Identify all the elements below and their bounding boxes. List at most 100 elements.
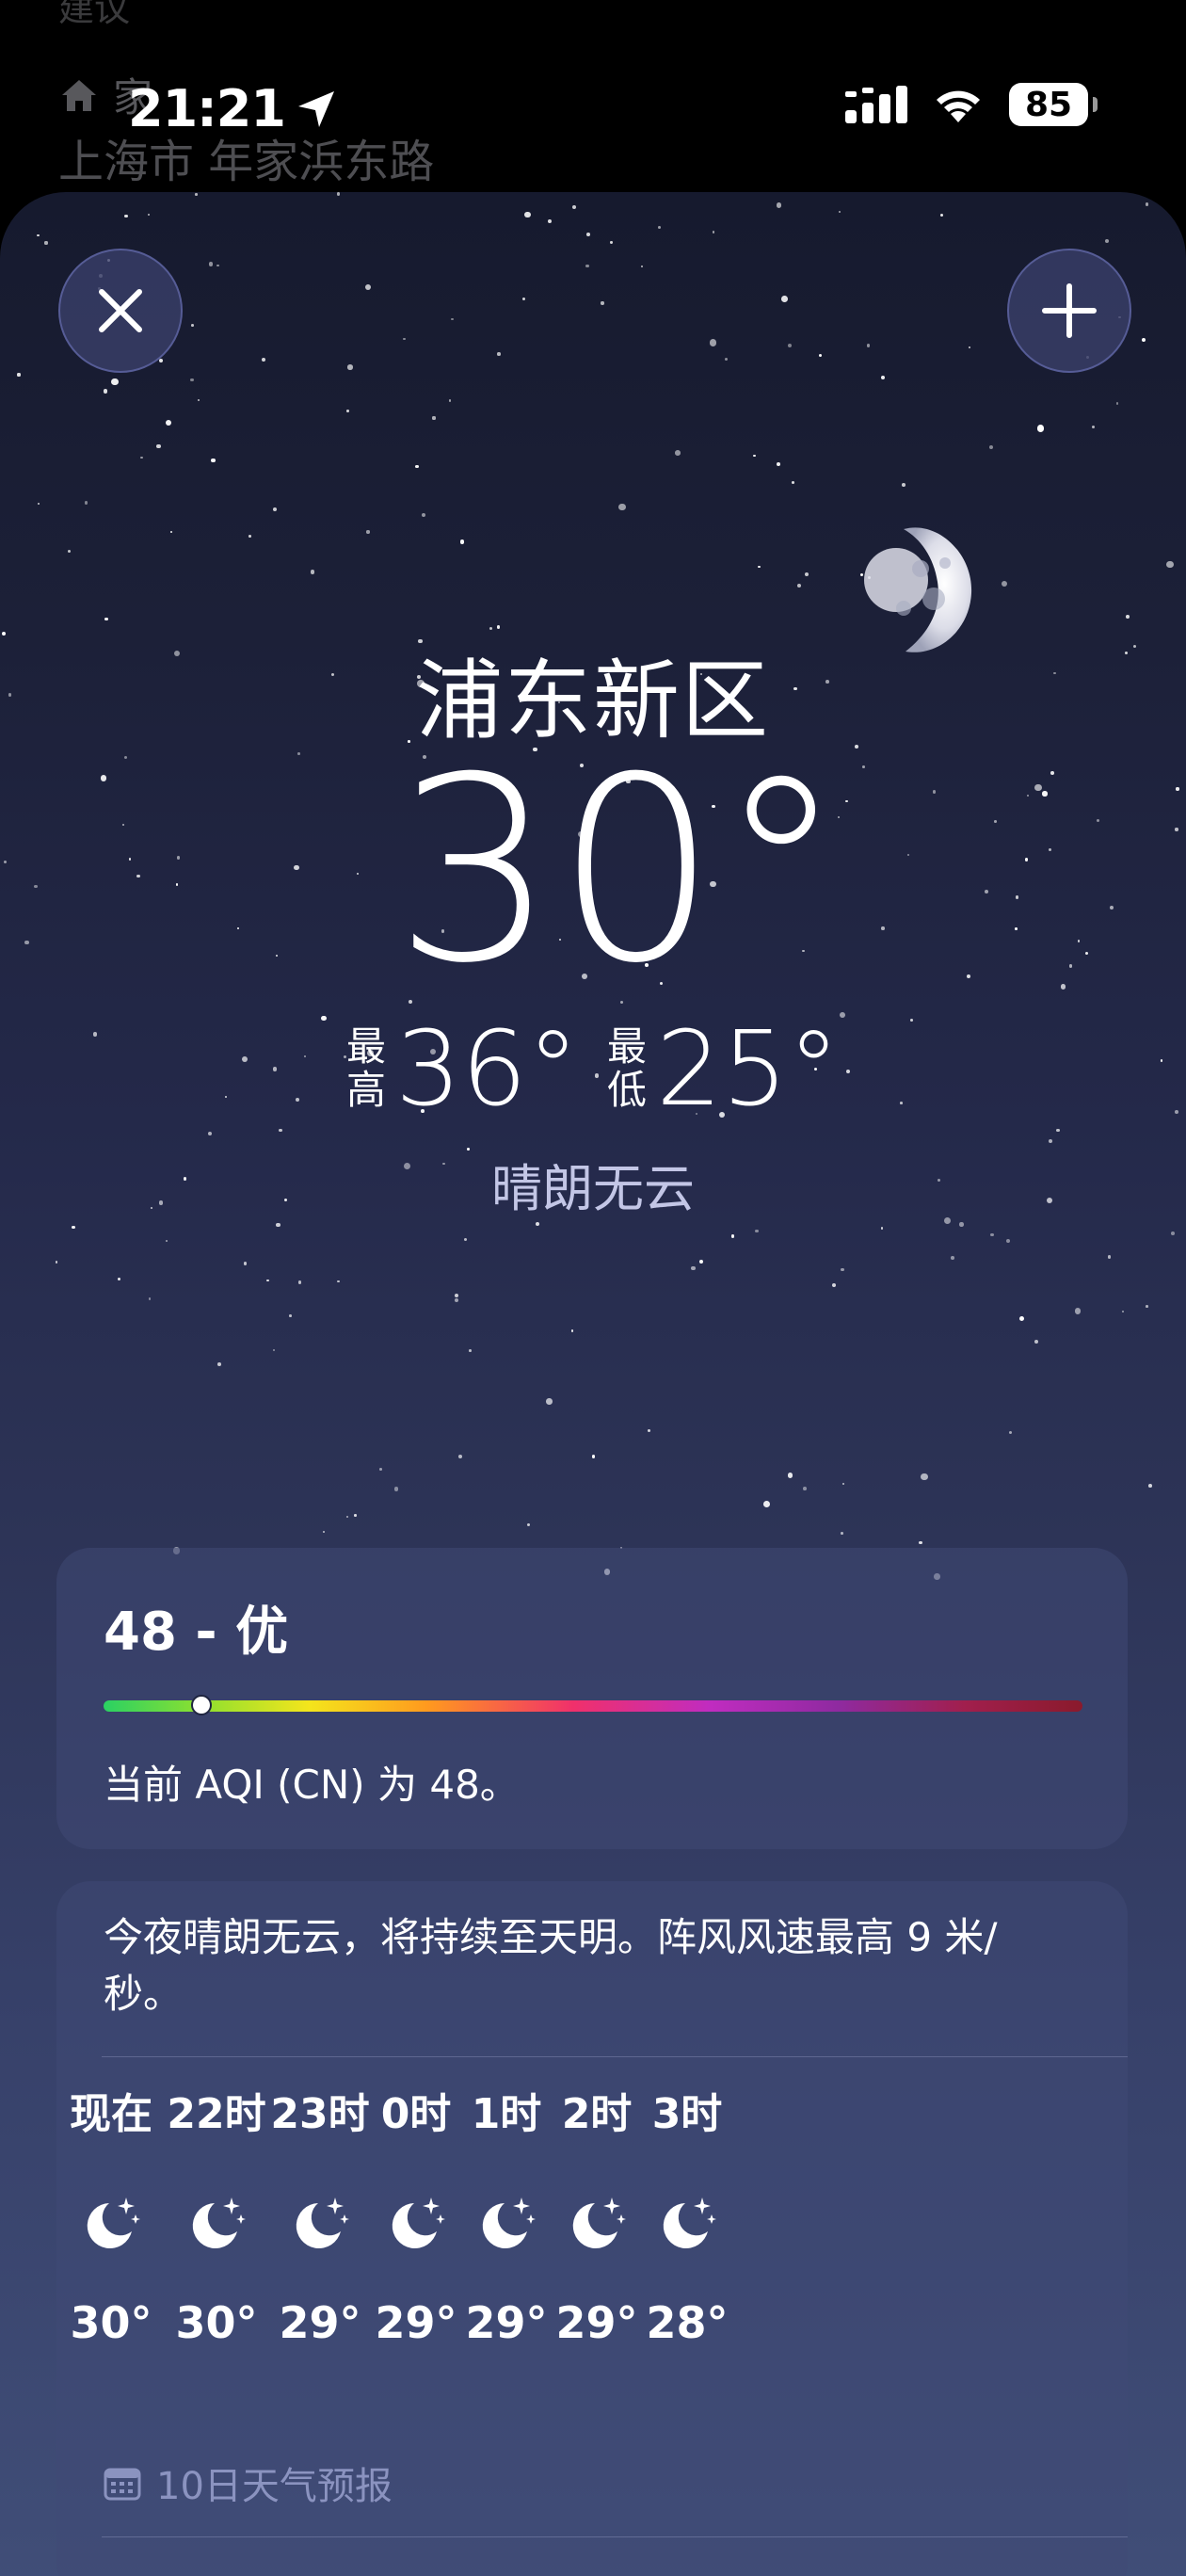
star [37,503,40,506]
star [216,264,219,267]
aqi-indicator-dot [191,1695,212,1715]
wifi-icon [937,90,980,122]
suggestions-label: 建议 [58,0,131,29]
star [921,1473,928,1481]
moon-stars-icon [192,2198,246,2248]
high-label-text: 最高 [346,1023,387,1113]
star [950,1255,954,1260]
aqi-description: 当前 AQI (CN) 为 48。 [104,1762,520,1808]
star [1115,402,1119,405]
star [209,262,214,266]
aqi-scale-bar [104,1700,1082,1712]
low-temperature: 最低 25° [607,1017,840,1120]
star [548,219,553,224]
star [1166,560,1174,569]
star [968,346,971,349]
moon-stars-icon [87,2198,140,2248]
star [378,1468,382,1472]
star [840,1267,844,1272]
star [709,339,717,346]
high-temp-value: 36° [395,1008,579,1129]
cellular-signal-icon [845,86,907,123]
star [55,1260,58,1264]
star [84,501,88,505]
low-label-text: 最低 [607,1023,648,1113]
hourly-forecast-card[interactable]: 今夜晴朗无云，将持续至天明。阵风风速最高 9 米/秒。 现在 30° 22时 30° 2… [56,1881,1128,2576]
hour-temperature: 28° [646,2297,729,2348]
star [432,416,436,420]
star [165,419,171,427]
star [460,539,465,544]
star [902,483,906,487]
high-temperature: 最高 36° [346,1017,579,1120]
star [618,503,626,511]
star [208,1131,212,1135]
current-temperature: 30° [393,722,845,1019]
weather-app-screen: 建议 家 上海市 年家浜东路 21:21 85 浦东新区 30° 最 高 36°… [0,0,1186,2576]
star [758,565,761,568]
star [762,1500,770,1507]
star [1141,338,1146,343]
star [1034,1339,1039,1344]
battery-indicator: 85 [1009,83,1098,126]
star [819,354,823,358]
star [841,1532,844,1536]
star [197,398,200,402]
star [796,583,801,588]
star [730,1234,735,1238]
star [640,265,644,268]
star [455,1294,459,1298]
star [322,1530,325,1534]
star [571,1329,574,1332]
star [1005,1238,1011,1243]
star [72,1225,75,1229]
star [1161,199,1168,206]
star [1145,202,1149,206]
close-button[interactable] [58,249,183,373]
hourly-item: 3时 28° [612,2086,762,2348]
air-quality-card[interactable]: 48 - 优 当前 AQI (CN) 为 48。 [56,1548,1128,1849]
add-location-button[interactable] [1007,249,1131,373]
star [403,338,406,341]
star [521,297,526,301]
star [1121,1310,1125,1313]
star [585,265,589,268]
star [347,363,353,370]
star [988,444,993,449]
moon-stars-icon [663,2198,716,2248]
star [189,378,194,382]
star [44,241,48,245]
star [457,1454,462,1458]
star [336,192,341,196]
hour-label: 现在 [70,2090,152,2138]
star [497,625,501,629]
star [365,283,372,290]
star [546,1398,553,1405]
star [489,627,492,631]
star [691,1266,696,1271]
star [675,450,681,456]
star [140,457,143,459]
star [148,1296,152,1300]
star [841,1482,844,1485]
star [788,343,793,347]
star [990,1232,994,1237]
star [1092,426,1096,429]
star [880,1227,884,1230]
star [1074,1308,1082,1314]
low-temp-value: 25° [656,1008,840,1129]
ten-day-forecast-header[interactable]: 10日天气预报 [104,2455,393,2510]
star [1148,1483,1152,1488]
star [1146,1305,1148,1308]
star [832,1282,837,1288]
star [1056,1128,1061,1133]
star [261,357,266,362]
star [104,617,108,621]
star [310,570,314,574]
star [103,389,108,394]
star [248,535,251,538]
star [345,409,349,412]
star [591,1455,595,1458]
star [415,465,419,469]
house-icon [62,79,96,111]
